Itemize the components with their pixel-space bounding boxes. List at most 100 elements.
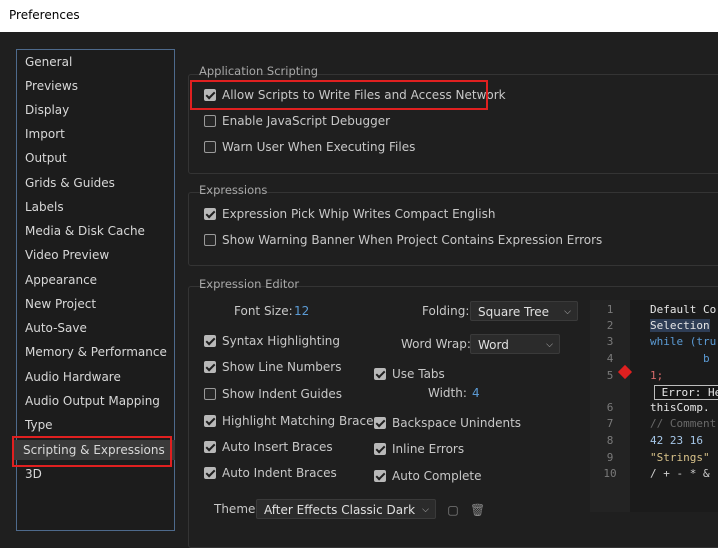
sidebar-item-media-disk-cache[interactable]: Media & Disk Cache (25, 221, 145, 241)
use-tabs-label: Use Tabs (392, 367, 445, 381)
inline-error-box: Error: He (654, 385, 718, 400)
inline-errors-label: Inline Errors (392, 442, 465, 456)
width-label: Width: (428, 386, 467, 400)
backspace-unindents-checkbox[interactable]: Backspace Unindents (374, 415, 521, 431)
enable-js-debugger-label: Enable JavaScript Debugger (222, 114, 391, 128)
auto-insert-braces-label: Auto Insert Braces (222, 440, 333, 454)
sidebar-item-previews[interactable]: Previews (25, 76, 78, 96)
checkbox-checked-icon (204, 467, 216, 479)
enable-js-debugger-checkbox[interactable]: Enable JavaScript Debugger (204, 113, 390, 129)
folding-value: Square Tree (478, 305, 550, 319)
sidebar-item-auto-save[interactable]: Auto-Save (25, 318, 87, 338)
line-number: 9 (606, 451, 614, 464)
pick-whip-compact-label: Expression Pick Whip Writes Compact Engl… (222, 207, 496, 221)
auto-insert-braces-checkbox[interactable]: Auto Insert Braces (204, 439, 333, 455)
sidebar-item-output[interactable]: Output (25, 148, 67, 168)
expressions-title: Expressions (199, 183, 268, 197)
code-line: while (tru (650, 335, 717, 348)
font-size-label: Font Size: (234, 304, 293, 318)
sidebar-item-audio-hardware[interactable]: Audio Hardware (25, 367, 121, 387)
auto-complete-label: Auto Complete (392, 469, 482, 483)
sidebar-item-appearance[interactable]: Appearance (25, 270, 97, 290)
checkbox-checked-icon (374, 417, 386, 429)
warning-banner-label: Show Warning Banner When Project Contain… (222, 233, 603, 247)
sidebar-item-import[interactable]: Import (25, 124, 65, 144)
highlight-box-scripting (12, 436, 172, 467)
line-number: 2 (606, 319, 614, 332)
auto-indent-braces-checkbox[interactable]: Auto Indent Braces (204, 465, 337, 481)
sidebar-item-general[interactable]: General (25, 52, 72, 72)
width-value[interactable]: 4 (472, 386, 480, 400)
duplicate-theme-icon[interactable]: ▢ (446, 503, 460, 517)
chevron-down-icon: ⌵ (564, 307, 571, 317)
syntax-highlighting-label: Syntax Highlighting (222, 334, 341, 348)
sidebar-item-video-preview[interactable]: Video Preview (25, 245, 109, 265)
line-number: 3 (606, 335, 614, 348)
pick-whip-compact-checkbox[interactable]: Expression Pick Whip Writes Compact Engl… (204, 206, 495, 222)
checkbox-checked-icon (374, 443, 386, 455)
highlight-matching-braces-label: Highlight Matching Braces (222, 414, 380, 428)
auto-complete-checkbox[interactable]: Auto Complete (374, 468, 482, 484)
code-preview: 1 2 3 4 5 6 7 8 9 10 Default Co Selectio… (590, 300, 718, 512)
sidebar-item-grids-guides[interactable]: Grids & Guides (25, 173, 115, 193)
warning-banner-checkbox[interactable]: Show Warning Banner When Project Contain… (204, 232, 602, 248)
folding-dropdown[interactable]: Square Tree ⌵ (470, 301, 578, 321)
checkbox-checked-icon (374, 470, 386, 482)
sidebar-item-new-project[interactable]: New Project (25, 294, 96, 314)
checkbox-empty-icon (204, 388, 216, 400)
warn-user-checkbox[interactable]: Warn User When Executing Files (204, 139, 415, 155)
syntax-highlighting-checkbox[interactable]: Syntax Highlighting (204, 333, 340, 349)
checkbox-empty-icon (204, 234, 216, 246)
sidebar-item-labels[interactable]: Labels (25, 197, 64, 217)
code-line: b (650, 352, 710, 365)
preferences-content: General Previews Display Import Output G… (0, 32, 718, 548)
folding-label: Folding: (422, 304, 470, 318)
title-bar: Preferences (0, 0, 718, 32)
line-number: 7 (606, 417, 614, 430)
sidebar-item-type[interactable]: Type (25, 415, 53, 435)
checkbox-checked-icon (204, 441, 216, 453)
sidebar-item-memory-performance[interactable]: Memory & Performance (25, 342, 167, 362)
show-line-numbers-checkbox[interactable]: Show Line Numbers (204, 359, 341, 375)
trash-icon[interactable]: 🗑 (470, 503, 485, 517)
checkbox-checked-icon (204, 208, 216, 220)
word-wrap-value: Word (478, 338, 509, 352)
inline-errors-checkbox[interactable]: Inline Errors (374, 441, 464, 457)
code-line-strings: "Strings" (650, 451, 710, 464)
chevron-down-icon: ⌵ (546, 340, 553, 350)
code-line: thisComp. (650, 401, 710, 414)
line-number: 4 (606, 352, 614, 365)
expressions-panel (188, 192, 718, 266)
auto-indent-braces-label: Auto Indent Braces (222, 466, 337, 480)
chevron-down-icon: ⌵ (422, 505, 429, 515)
warn-user-label: Warn User When Executing Files (222, 140, 416, 154)
checkbox-checked-icon (204, 335, 216, 347)
word-wrap-label: Word Wrap: (401, 337, 471, 351)
word-wrap-dropdown[interactable]: Word ⌵ (470, 334, 560, 354)
line-number: 1 (606, 303, 614, 316)
highlight-box-allow-scripts (190, 80, 488, 110)
application-scripting-title: Application Scripting (199, 64, 319, 78)
sidebar-item-display[interactable]: Display (25, 100, 69, 120)
show-line-numbers-label: Show Line Numbers (222, 360, 342, 374)
use-tabs-checkbox[interactable]: Use Tabs (374, 366, 445, 382)
code-line: Default Co (650, 303, 717, 316)
font-size-value[interactable]: 12 (294, 304, 309, 318)
line-number: 8 (606, 434, 614, 447)
sidebar-item-audio-output-mapping[interactable]: Audio Output Mapping (25, 391, 160, 411)
code-line-operators: / + - * & (650, 467, 710, 480)
line-number: 6 (606, 401, 614, 414)
checkbox-checked-icon (204, 361, 216, 373)
show-indent-guides-label: Show Indent Guides (222, 387, 342, 401)
line-number: 10 (603, 467, 617, 480)
sidebar-item-3d[interactable]: 3D (25, 464, 42, 484)
theme-dropdown[interactable]: After Effects Classic Dark ⌵ (256, 499, 436, 519)
checkbox-empty-icon (204, 115, 216, 127)
code-line-comment: // Comment (650, 417, 717, 430)
highlight-matching-braces-checkbox[interactable]: Highlight Matching Braces (204, 413, 380, 429)
code-line-error: 1; (650, 369, 664, 382)
checkbox-checked-icon (374, 368, 386, 380)
theme-label: Theme: (214, 502, 260, 516)
window-title: Preferences (9, 8, 80, 22)
show-indent-guides-checkbox[interactable]: Show Indent Guides (204, 386, 342, 402)
